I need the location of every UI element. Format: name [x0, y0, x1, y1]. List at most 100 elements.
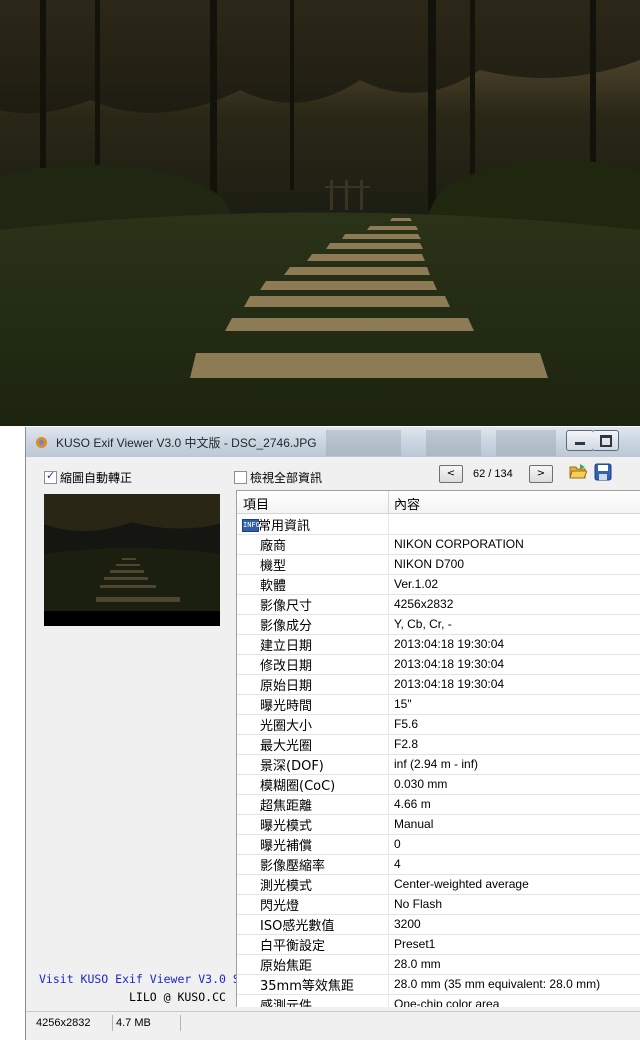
cell-divider [388, 674, 389, 694]
table-header: 項目 內容 [237, 491, 640, 514]
row-item-name: 軟體 [260, 579, 287, 594]
cell-divider [388, 554, 389, 574]
cell-divider [388, 614, 389, 634]
cell-divider [388, 854, 389, 874]
row-item-name: 感測元件 [260, 999, 313, 1007]
row-item-value: F5.6 [394, 717, 419, 731]
window-title: KUSO Exif Viewer V3.0 中文版 - DSC_2746.JPG [56, 436, 317, 450]
row-item-name: 超焦距離 [260, 799, 313, 814]
row-item-value: Center-weighted average [394, 877, 529, 891]
info-icon: INFO [242, 519, 260, 532]
row-item-value: 4256x2832 [394, 597, 454, 611]
table-row[interactable]: 修改日期 2013:04:18 19:30:04 [237, 654, 640, 675]
table-row[interactable]: 最大光圈 F2.8 [237, 734, 640, 755]
row-item-value: 2013:04:18 19:30:04 [394, 637, 505, 651]
table-row[interactable]: 建立日期 2013:04:18 19:30:04 [237, 634, 640, 655]
view-all-checkbox[interactable] [234, 471, 247, 484]
table-row[interactable]: 光圈大小 F5.6 [237, 714, 640, 735]
thumbnail-preview [44, 494, 220, 626]
row-item-value: One-chip color area [394, 997, 500, 1007]
group-label: 常用資訊 [258, 519, 311, 534]
status-image-dimensions: 4256x2832 [33, 1015, 113, 1031]
row-item-name: 建立日期 [260, 639, 313, 654]
table-row[interactable]: 影像尺寸 4256x2832 [237, 594, 640, 615]
cell-divider [388, 794, 389, 814]
table-row[interactable]: 曝光模式 Manual [237, 814, 640, 835]
cell-divider [388, 874, 389, 894]
auto-rotate-label: 縮圖自動轉正 [60, 471, 133, 485]
image-thumbnail[interactable] [44, 494, 220, 626]
table-row[interactable]: 35mm等效焦距 28.0 mm (35 mm equivalent: 28.0 … [237, 974, 640, 995]
table-row[interactable]: 曝光補償 0 [237, 834, 640, 855]
row-item-name: 最大光圈 [260, 739, 313, 754]
table-row[interactable]: 模糊圈(CoC) 0.030 mm [237, 774, 640, 795]
cell-divider [388, 514, 389, 534]
row-item-value: 15" [394, 697, 412, 711]
cell-divider [388, 634, 389, 654]
row-item-name: 修改日期 [260, 659, 313, 674]
column-divider[interactable] [388, 491, 389, 513]
cell-divider [388, 974, 389, 994]
table-row[interactable]: 測光模式 Center-weighted average [237, 874, 640, 895]
folder-open-icon[interactable] [569, 463, 587, 481]
row-item-value: F2.8 [394, 737, 419, 751]
row-item-value: 3200 [394, 917, 421, 931]
table-row[interactable]: 機型 NIKON D700 [237, 554, 640, 575]
cell-divider [388, 834, 389, 854]
cell-divider [388, 534, 389, 554]
app-icon [36, 437, 47, 448]
table-row[interactable]: 超焦距離 4.66 m [237, 794, 640, 815]
next-image-button[interactable]: > [529, 465, 553, 483]
row-item-value: inf (2.94 m - inf) [394, 757, 479, 771]
table-row[interactable]: 景深(DOF) inf (2.94 m - inf) [237, 754, 640, 775]
table-row[interactable]: 白平衡設定 Preset1 [237, 934, 640, 955]
title-bar[interactable]: KUSO Exif Viewer V3.0 中文版 - DSC_2746.JPG [26, 427, 640, 457]
row-item-value: Ver.1.02 [394, 577, 439, 591]
cell-divider [388, 754, 389, 774]
cell-divider [388, 714, 389, 734]
title-bar-decoration [326, 430, 401, 456]
row-item-value: 4 [394, 857, 401, 871]
row-item-name: 白平衡設定 [260, 939, 326, 954]
cell-divider [388, 894, 389, 914]
row-item-name: 光圈大小 [260, 719, 313, 734]
row-item-value: NIKON D700 [394, 557, 465, 571]
table-row[interactable]: 影像成分 Y, Cb, Cr, - [237, 614, 640, 635]
cell-divider [388, 734, 389, 754]
minimize-button[interactable] [566, 430, 594, 451]
cell-divider [388, 994, 389, 1007]
table-row[interactable]: ISO感光數值 3200 [237, 914, 640, 935]
row-item-name: 曝光模式 [260, 819, 313, 834]
row-item-value: 28.0 mm (35 mm equivalent: 28.0 mm) [394, 977, 601, 991]
view-all-label: 檢視全部資訊 [250, 471, 323, 485]
exif-info-table[interactable]: 項目 內容 INFO 常用資訊 廠商 NIKON CORPORATION 機型 NIKON… [236, 490, 640, 1007]
cell-divider [388, 654, 389, 674]
row-item-value: 0 [394, 837, 401, 851]
group-row-common-info[interactable]: INFO 常用資訊 [237, 514, 640, 535]
row-item-value: NIKON CORPORATION [394, 537, 524, 551]
cell-divider [388, 934, 389, 954]
forest-path-photo [0, 0, 640, 426]
table-row[interactable]: 軟體 Ver.1.02 [237, 574, 640, 595]
table-row[interactable]: 原始日期 2013:04:18 19:30:04 [237, 674, 640, 695]
maximize-button[interactable] [592, 430, 619, 451]
table-row[interactable]: 廠商 NIKON CORPORATION [237, 534, 640, 555]
row-item-value: No Flash [394, 897, 443, 911]
prev-image-button[interactable]: < [439, 465, 463, 483]
column-header-content[interactable]: 內容 [394, 494, 420, 513]
save-icon[interactable] [594, 463, 612, 481]
table-row[interactable]: 曝光時間 15" [237, 694, 640, 715]
table-row[interactable]: 感測元件 One-chip color area [237, 994, 640, 1007]
row-item-name: 影像壓縮率 [260, 859, 326, 874]
row-item-name: 機型 [260, 559, 287, 574]
visit-site-link[interactable]: Visit KUSO Exif Viewer V3.0 Site [39, 972, 261, 986]
auto-rotate-checkbox[interactable] [44, 469, 57, 484]
column-header-item[interactable]: 項目 [243, 494, 269, 513]
table-row[interactable]: 原始焦距 28.0 mm [237, 954, 640, 975]
row-item-name: 曝光補償 [260, 839, 313, 854]
table-row[interactable]: 閃光燈 No Flash [237, 894, 640, 915]
toolbar: 縮圖自動轉正 檢視全部資訊 < 62 / 134 > [26, 457, 640, 491]
row-item-value: 2013:04:18 19:30:04 [394, 657, 505, 671]
table-row[interactable]: 影像壓縮率 4 [237, 854, 640, 875]
row-item-name: 影像尺寸 [260, 599, 313, 614]
